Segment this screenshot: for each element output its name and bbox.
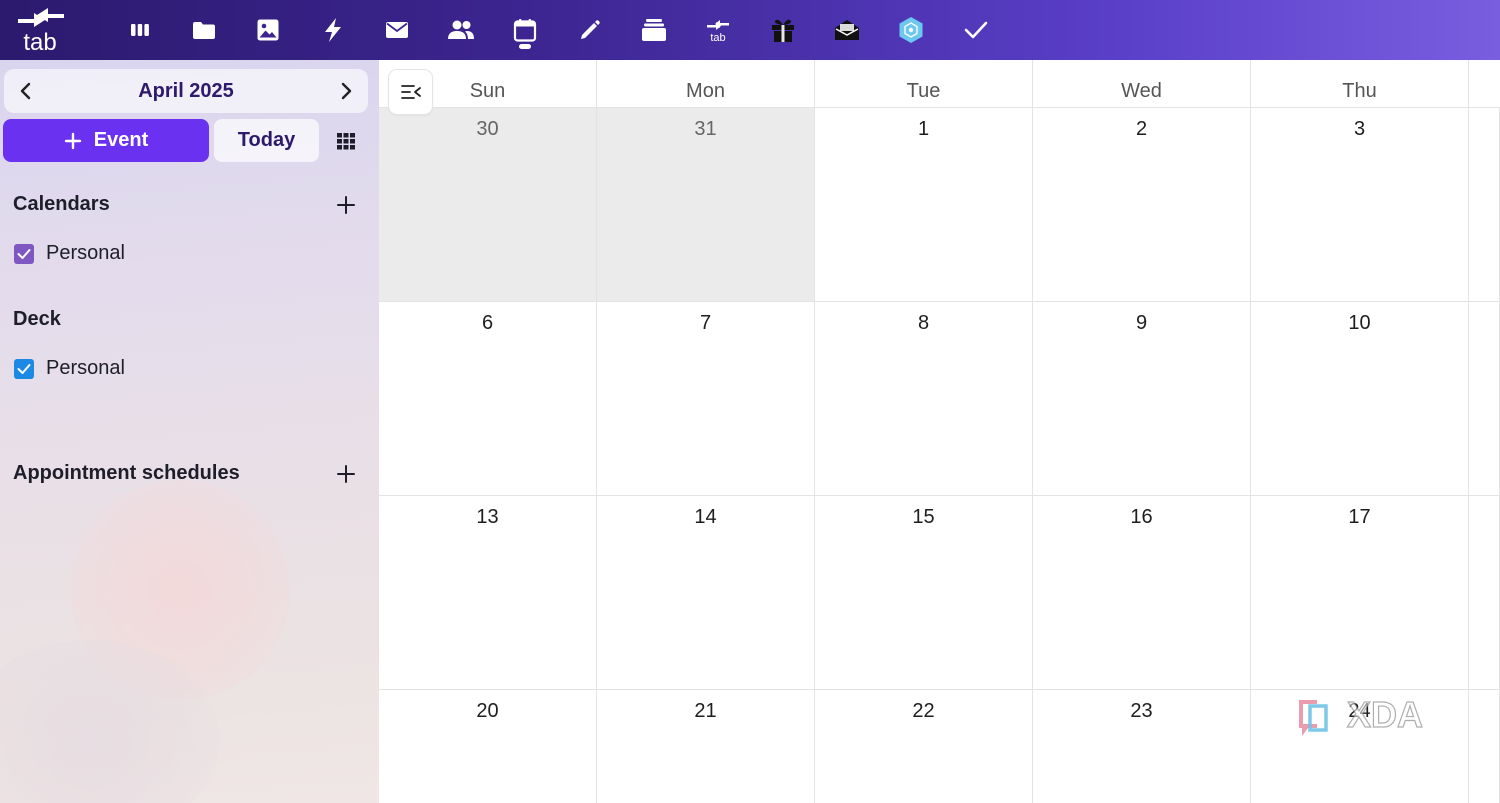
day-number: 7 <box>699 312 712 334</box>
today-button[interactable]: Today <box>214 119 319 162</box>
app-launcher-bar: tab tab <box>0 0 1500 60</box>
contacts-icon[interactable] <box>441 10 481 50</box>
day-cell[interactable]: 8 <box>815 302 1033 496</box>
day-cell[interactable]: 7 <box>597 302 815 496</box>
lightning-icon[interactable] <box>313 10 353 50</box>
day-cell[interactable]: 2 <box>1033 108 1251 302</box>
day-cell[interactable]: 20 <box>379 690 597 803</box>
day-number: 2 <box>1135 118 1148 140</box>
deck-item-label: Personal <box>46 357 125 379</box>
previous-month-button[interactable] <box>14 79 38 103</box>
weekday-header: Tue <box>815 60 1033 108</box>
deck-item-personal[interactable]: Personal <box>14 357 125 380</box>
day-cell-partial[interactable] <box>1469 108 1500 302</box>
weekday-header: Mon <box>597 60 815 108</box>
day-cell[interactable]: 9 <box>1033 302 1251 496</box>
day-number: 9 <box>1135 312 1148 334</box>
day-cell[interactable]: 23 <box>1033 690 1251 803</box>
day-cell[interactable]: 17 <box>1251 496 1469 690</box>
appointment-schedules-title: Appointment schedules <box>13 462 240 484</box>
day-cell[interactable]: 10 <box>1251 302 1469 496</box>
deck-checkbox[interactable] <box>14 358 34 379</box>
day-cell[interactable]: 14 <box>597 496 815 690</box>
day-number: 15 <box>912 506 935 528</box>
day-number: 6 <box>481 312 494 334</box>
day-cell-partial[interactable] <box>1469 302 1500 496</box>
weekday-header: Thu <box>1251 60 1469 108</box>
tab-logo-icon[interactable]: tab <box>698 10 738 50</box>
day-number: 3 <box>1353 118 1366 140</box>
mail-icon[interactable] <box>377 10 417 50</box>
calendar-checkbox[interactable] <box>14 243 34 264</box>
day-cell-partial[interactable] <box>1469 496 1500 690</box>
day-number: 14 <box>694 506 717 528</box>
calendar-sidebar: April 2025 Event Today Calendars Persona… <box>0 60 379 803</box>
day-cell[interactable]: 6 <box>379 302 597 496</box>
day-number: 20 <box>476 700 499 722</box>
day-cell[interactable]: 16 <box>1033 496 1251 690</box>
stack-icon[interactable] <box>634 10 674 50</box>
add-appointment-schedule-button[interactable] <box>334 462 358 486</box>
plus-icon <box>64 132 81 149</box>
view-grid-icon[interactable] <box>334 129 358 153</box>
pencil-icon[interactable] <box>570 10 610 50</box>
day-number: 23 <box>1130 700 1153 722</box>
day-number: 21 <box>694 700 717 722</box>
day-cell[interactable]: 15 <box>815 496 1033 690</box>
weekday-header: Wed <box>1033 60 1251 108</box>
deck-section-title: Deck <box>13 308 61 330</box>
day-cell-partial[interactable] <box>1469 690 1500 803</box>
month-navigator: April 2025 <box>4 69 368 113</box>
day-number: 16 <box>1130 506 1153 528</box>
day-cell[interactable]: 24 <box>1251 690 1469 803</box>
image-icon[interactable] <box>248 10 288 50</box>
day-number: 24 <box>1348 700 1371 722</box>
calendar-item-personal[interactable]: Personal <box>14 242 125 265</box>
month-calendar-grid: Sun Mon Tue Wed Thu 30 31 1 2 3 6 7 8 9 … <box>379 60 1500 803</box>
day-cell[interactable]: 31 <box>597 108 815 302</box>
kanban-columns-icon[interactable] <box>120 10 160 50</box>
new-event-button[interactable]: Event <box>3 119 209 162</box>
day-cell[interactable]: 30 <box>379 108 597 302</box>
month-title[interactable]: April 2025 <box>54 79 318 103</box>
toggle-sidebar-button[interactable] <box>389 70 432 114</box>
tab-logo[interactable]: tab <box>12 2 70 56</box>
day-number: 17 <box>1348 506 1371 528</box>
day-cell[interactable]: 1 <box>815 108 1033 302</box>
active-app-indicator <box>519 44 531 49</box>
gift-icon[interactable] <box>763 10 803 50</box>
day-cell[interactable]: 13 <box>379 496 597 690</box>
day-cell[interactable]: 21 <box>597 690 815 803</box>
day-number: 10 <box>1348 312 1371 334</box>
day-number: 1 <box>917 118 930 140</box>
open-mail-icon[interactable] <box>827 10 867 50</box>
add-calendar-button[interactable] <box>334 193 358 217</box>
svg-text:tab: tab <box>710 32 725 43</box>
hexagon-app-icon[interactable] <box>891 10 931 50</box>
checkmark-icon[interactable] <box>956 10 996 50</box>
day-cell[interactable]: 22 <box>815 690 1033 803</box>
folder-icon[interactable] <box>184 10 224 50</box>
day-number: 22 <box>912 700 935 722</box>
calendar-item-label: Personal <box>46 242 125 264</box>
day-cell[interactable]: 3 <box>1251 108 1469 302</box>
weekday-header-row: Sun Mon Tue Wed Thu <box>379 60 1500 108</box>
day-number: 31 <box>694 118 717 140</box>
collapse-sidebar-icon <box>400 85 421 99</box>
calendars-section-title: Calendars <box>13 193 110 215</box>
new-event-label: Event <box>93 129 149 151</box>
day-number: 8 <box>917 312 930 334</box>
day-number: 13 <box>476 506 499 528</box>
next-month-button[interactable] <box>334 79 358 103</box>
svg-text:tab: tab <box>23 29 56 56</box>
